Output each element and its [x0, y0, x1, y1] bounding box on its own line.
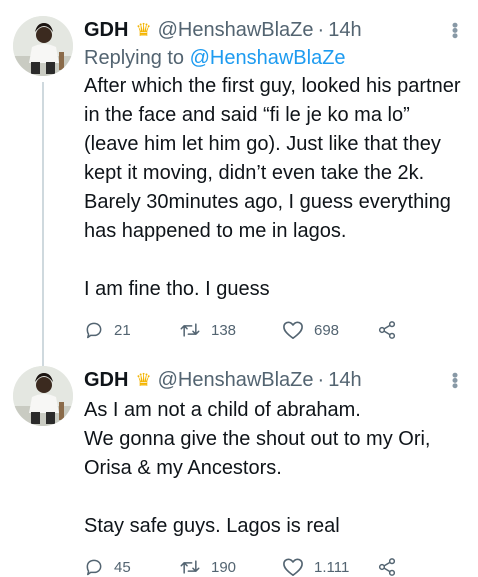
crown-icon: ♛ — [135, 19, 152, 40]
tweet-actions: 21 138 698 — [84, 320, 464, 340]
share-button[interactable] — [377, 320, 397, 340]
reply-button[interactable]: 21 — [84, 320, 179, 340]
avatar[interactable] — [13, 366, 73, 426]
tweet-header: GDH ♛ @HenshawBlaZe · 14h ••• — [84, 16, 465, 44]
user-handle[interactable]: @HenshawBlaZe — [158, 19, 314, 42]
reply-icon — [86, 322, 102, 339]
replying-handle-link[interactable]: @HenshawBlaZe — [190, 47, 346, 69]
retweet-icon — [180, 323, 200, 337]
tweet-actions: 45 190 1.111 — [84, 557, 464, 577]
user-handle[interactable]: @HenshawBlaZe — [158, 369, 314, 392]
share-icon — [378, 558, 396, 576]
retweet-button[interactable]: 138 — [179, 320, 282, 340]
tweet-text: As I am not a child of abraham. We gonna… — [84, 399, 431, 537]
tweet-body: GDH ♛ @HenshawBlaZe · 14h ••• As I am no… — [78, 366, 465, 577]
avatar-column — [8, 366, 78, 577]
reply-icon — [86, 559, 102, 576]
separator-dot: · — [317, 368, 325, 391]
timestamp[interactable]: 14h — [328, 19, 361, 42]
tweet[interactable]: GDH ♛ @HenshawBlaZe · 14h ••• As I am no… — [0, 356, 478, 577]
tweet-body: GDH ♛ @HenshawBlaZe · 14h ••• Replying t… — [78, 16, 465, 356]
share-button[interactable] — [377, 557, 397, 577]
timestamp[interactable]: 14h — [328, 369, 361, 392]
like-count: 1.111 — [314, 558, 350, 576]
avatar-image — [13, 366, 73, 426]
retweet-button[interactable]: 190 — [179, 557, 282, 577]
more-options-icon[interactable]: ••• — [445, 372, 465, 388]
display-name[interactable]: GDH — [84, 369, 128, 392]
crown-icon: ♛ — [135, 369, 152, 390]
retweet-count: 190 — [211, 558, 237, 576]
reply-count: 21 — [114, 321, 131, 339]
tweet-text: After which the first guy, looked his pa… — [84, 75, 461, 300]
avatar-image — [13, 16, 73, 76]
more-options-icon[interactable]: ••• — [445, 22, 465, 38]
heart-icon — [283, 321, 303, 339]
avatar-column — [8, 16, 78, 374]
like-button[interactable]: 698 — [282, 320, 377, 340]
tweet-header: GDH ♛ @HenshawBlaZe · 14h ••• — [84, 366, 465, 394]
retweet-icon — [180, 560, 200, 574]
replying-to: Replying to @HenshawBlaZe — [84, 47, 464, 70]
reply-count: 45 — [114, 558, 131, 576]
like-button[interactable]: 1.111 — [282, 557, 377, 577]
reply-button[interactable]: 45 — [84, 557, 179, 577]
like-count: 698 — [314, 321, 340, 339]
replying-prefix: Replying to — [84, 47, 185, 69]
tweet[interactable]: GDH ♛ @HenshawBlaZe · 14h ••• Replying t… — [0, 0, 478, 374]
retweet-count: 138 — [211, 321, 237, 339]
thread-line — [42, 82, 44, 374]
display-name[interactable]: GDH — [84, 19, 128, 42]
separator-dot: · — [317, 18, 325, 41]
share-icon — [378, 321, 396, 339]
avatar[interactable] — [13, 16, 73, 76]
heart-icon — [283, 558, 303, 576]
